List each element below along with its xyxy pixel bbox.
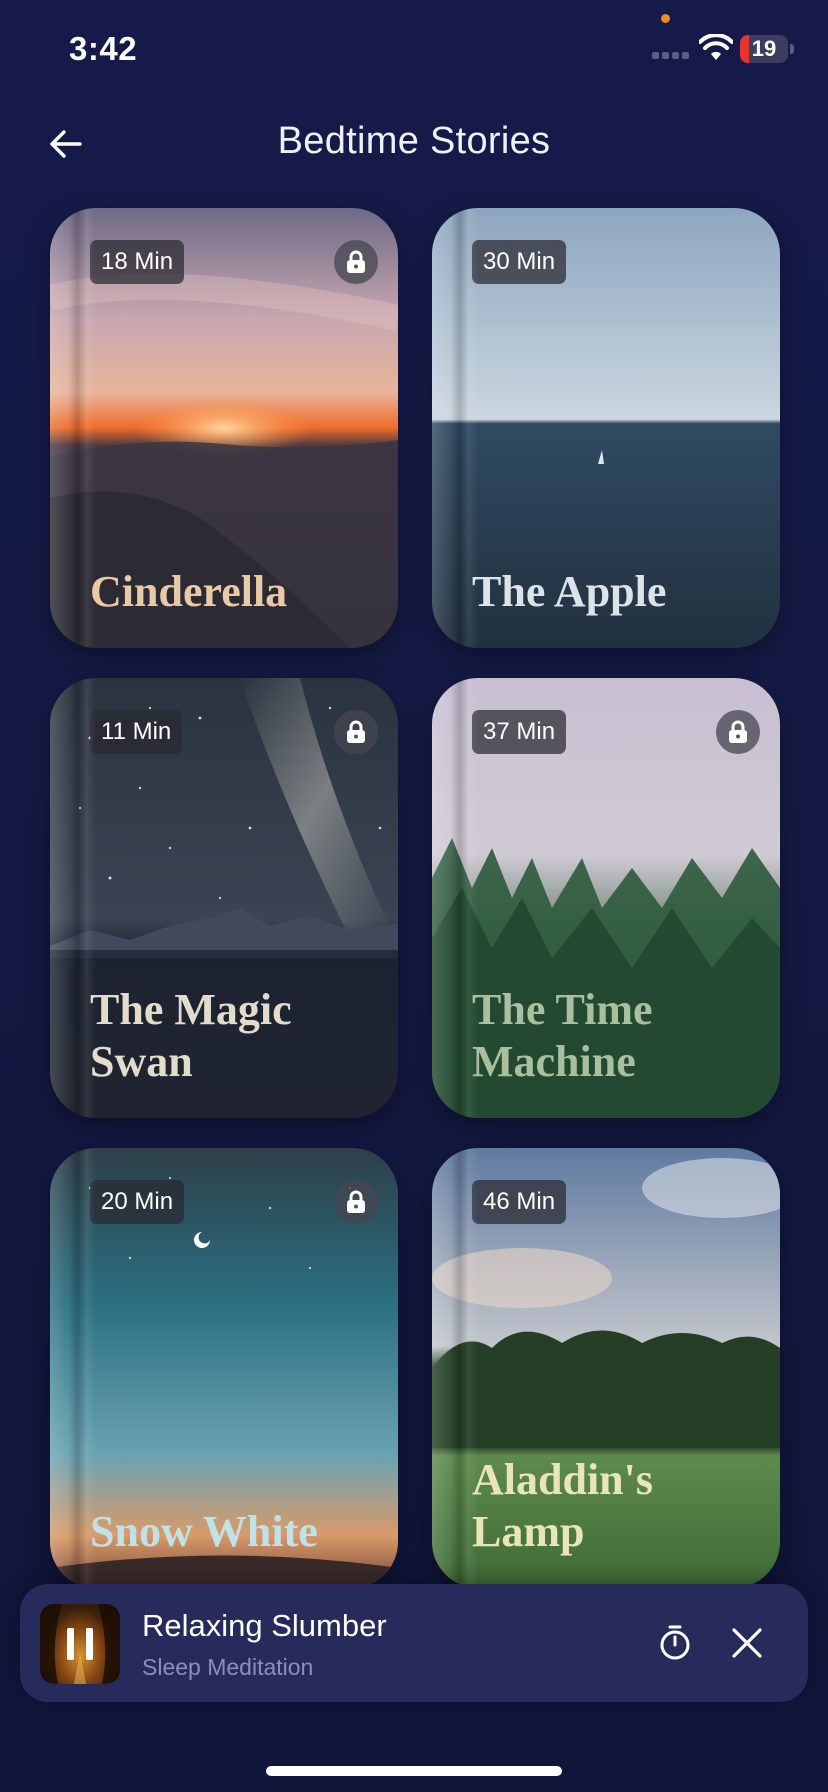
status-time: 3:42 [69, 30, 138, 67]
lock-icon [334, 1180, 378, 1224]
player-subtitle: Sleep Meditation [142, 1654, 314, 1680]
duration-badge: 30 Min [472, 240, 567, 284]
story-card[interactable]: 46 Min Aladdin's Lamp [432, 1148, 780, 1588]
story-title: The Magic Swan [90, 985, 292, 1086]
story-title: The Time Machine [472, 985, 653, 1086]
player-title: Relaxing Slumber [142, 1608, 387, 1643]
stopwatch-icon[interactable] [656, 1624, 694, 1662]
story-card[interactable]: 18 Min Cinderella [50, 208, 398, 648]
duration-badge: 46 Min [472, 1180, 567, 1224]
story-title: Snow White [90, 1507, 318, 1556]
now-playing-bar[interactable]: Relaxing Slumber Sleep Meditation [20, 1584, 808, 1702]
home-indicator[interactable] [266, 1766, 562, 1776]
cellular-signal-icon [652, 52, 689, 59]
wifi-icon [699, 34, 733, 60]
story-card[interactable]: 11 Min The Magic Swan [50, 678, 398, 1118]
story-card[interactable]: 20 Min Snow White [50, 1148, 398, 1588]
pause-icon[interactable] [67, 1628, 93, 1660]
duration-badge: 20 Min [90, 1180, 185, 1224]
story-card[interactable]: 37 Min The Time Machine [432, 678, 780, 1118]
duration-badge: 11 Min [90, 710, 183, 754]
story-title: The Apple [472, 567, 667, 616]
close-icon[interactable] [728, 1624, 766, 1662]
duration-badge: 37 Min [472, 710, 567, 754]
story-title: Aladdin's Lamp [472, 1455, 653, 1556]
page-title: Bedtime Stories [277, 120, 551, 162]
player-artwork[interactable] [40, 1604, 120, 1684]
status-bar: 3:42 19 [0, 0, 828, 100]
lock-icon [716, 710, 760, 754]
story-title: Cinderella [90, 567, 288, 616]
battery-level: 19 [751, 36, 777, 61]
battery-nub [790, 44, 794, 54]
lock-icon [334, 710, 378, 754]
lock-icon [334, 240, 378, 284]
screen: 3:42 19 Bedtime Stories 18 Min Cinderell… [0, 0, 828, 1792]
duration-badge: 18 Min [90, 240, 185, 284]
battery-icon: 19 [740, 35, 788, 63]
story-card[interactable]: 30 Min The Apple [432, 208, 780, 648]
privacy-indicator [661, 14, 670, 23]
